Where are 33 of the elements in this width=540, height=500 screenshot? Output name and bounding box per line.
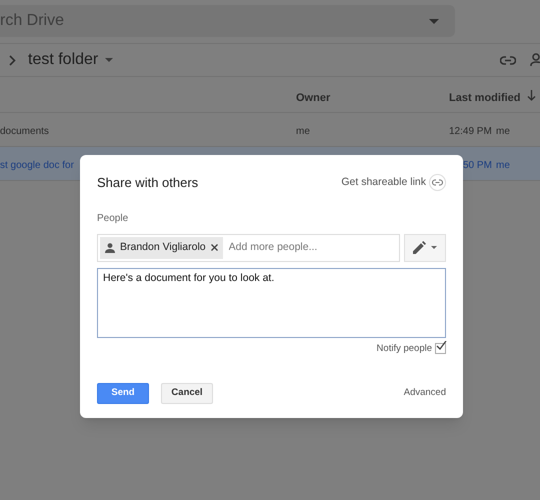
search-placeholder: rch Drive	[0, 11, 64, 31]
modified-by-cell-text: me	[496, 125, 510, 139]
people-label: People	[97, 212, 130, 226]
column-header[interactable]: Owner	[296, 90, 330, 106]
caret-icon[interactable]	[429, 18, 439, 24]
person-icon	[105, 242, 115, 252]
notify-checkbox[interactable]	[435, 343, 446, 354]
link-icon[interactable]	[500, 56, 516, 64]
message-field[interactable]: Here's a document for you to look at.	[97, 268, 446, 338]
person-chip[interactable]: Brandon Vigliarolo	[100, 236, 223, 258]
pencil-icon	[413, 241, 426, 254]
permission-dropdown[interactable]	[404, 234, 446, 262]
cancel-button[interactable]: Cancel	[161, 382, 213, 404]
file-name: st google doc for	[0, 159, 74, 173]
caret-icon	[431, 246, 437, 249]
people-field[interactable]: Brandon Vigliarolo Add more people...	[97, 234, 400, 262]
chevron-right-icon	[9, 54, 16, 66]
advanced-link[interactable]: Advanced	[404, 386, 446, 400]
modified-cell-text: 50 PM	[463, 159, 492, 173]
shareable-link-link[interactable]: Get shareable link	[341, 174, 426, 191]
caret-icon[interactable]	[105, 58, 114, 62]
modified-by-cell-text: me	[496, 159, 510, 173]
close-icon[interactable]	[210, 244, 218, 251]
folder-title[interactable]: test folder	[28, 48, 98, 72]
owner-cell-text: me	[296, 125, 310, 139]
person-name: Brandon Vigliarolo	[120, 240, 206, 255]
dialog-title: Share with others	[97, 174, 198, 192]
person-add-icon[interactable]	[530, 53, 540, 67]
sort-arrow-icon[interactable]	[527, 90, 536, 101]
column-header[interactable]: Last modified	[449, 90, 521, 106]
file-name: documents	[0, 125, 49, 139]
modified-cell-text: 12:49 PM	[449, 125, 492, 139]
notify-label: Notify people	[376, 342, 432, 356]
